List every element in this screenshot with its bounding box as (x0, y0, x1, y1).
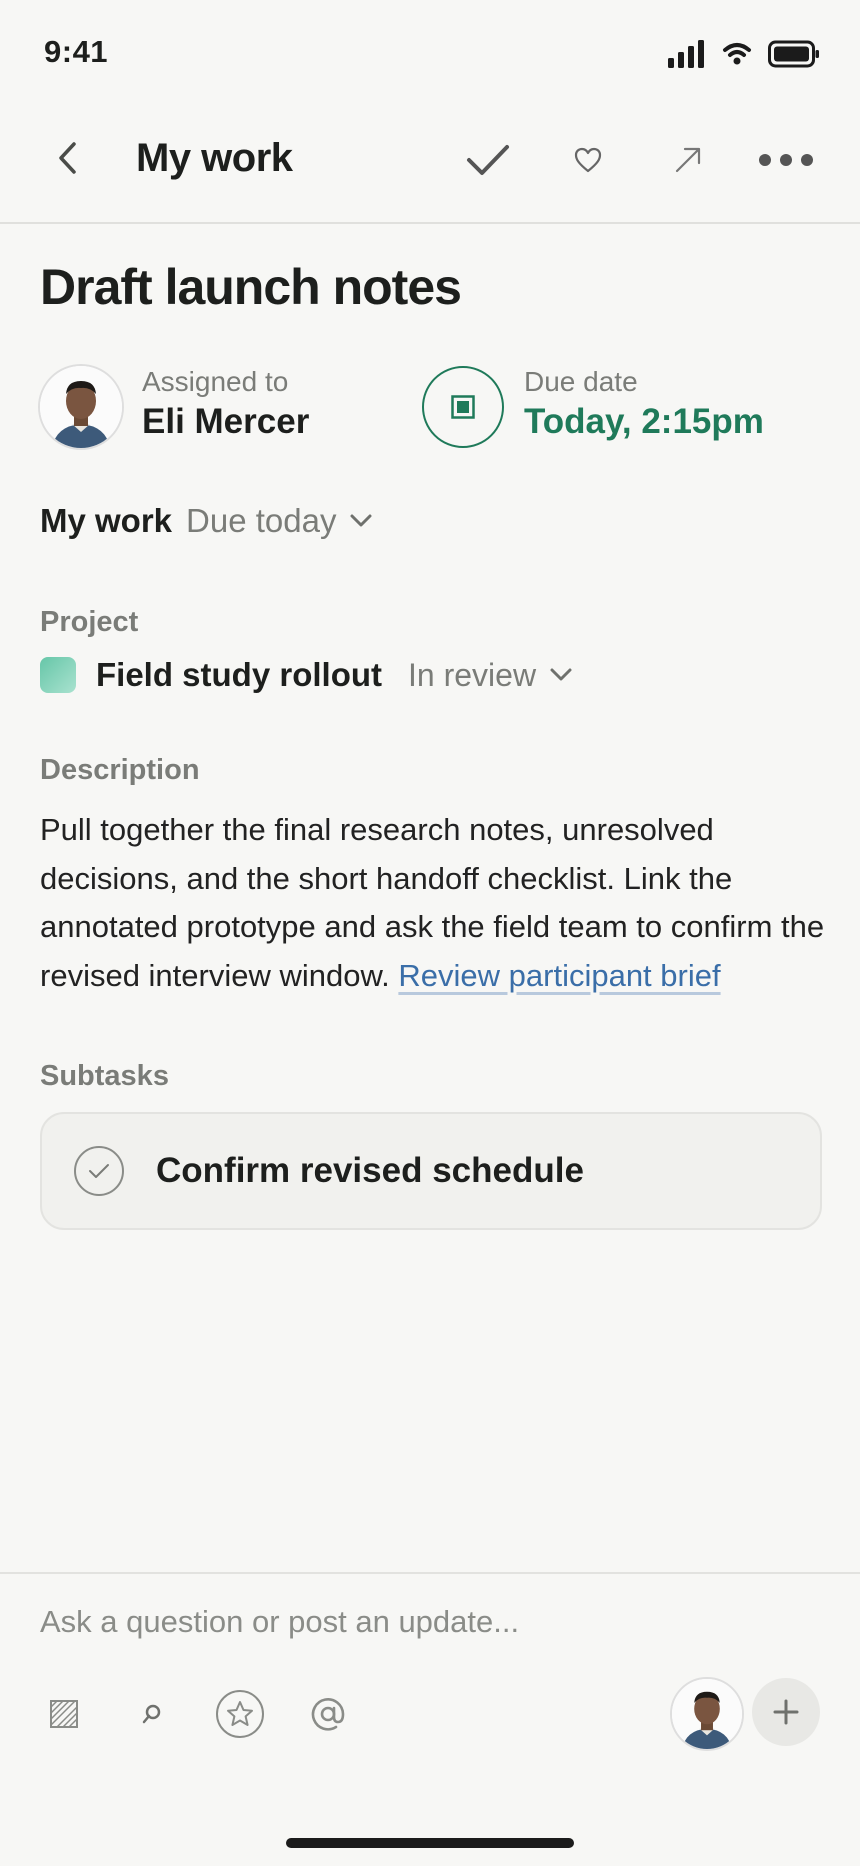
section-selector[interactable]: My work Due today (40, 502, 372, 540)
assignee-name[interactable]: Eli Mercer (142, 402, 309, 442)
wifi-icon (723, 43, 751, 65)
signal-icon (668, 40, 704, 68)
current-user-avatar[interactable] (670, 1677, 744, 1751)
comment-input[interactable] (40, 1604, 800, 1640)
description-body[interactable]: Pull together the final research notes, … (40, 806, 826, 1000)
avatar-person (40, 366, 122, 448)
subtask-item[interactable]: Confirm revised schedule (40, 1112, 822, 1230)
battery-icon (768, 40, 819, 68)
project-color-swatch (40, 657, 76, 693)
star-icon (216, 1690, 264, 1738)
due-date-label: Due date (524, 366, 638, 397)
complete-button[interactable] (462, 134, 514, 186)
heart-icon (574, 147, 602, 173)
assignee-avatar[interactable] (38, 364, 124, 450)
stop-icon (451, 395, 475, 419)
due-date-value[interactable]: Today, 2:15pm (524, 402, 764, 442)
section-filter: Due today (186, 502, 337, 539)
project-status: In review (408, 656, 537, 693)
check-icon (467, 145, 509, 175)
project-name[interactable]: Field study rollout (96, 656, 382, 694)
like-button[interactable] (562, 134, 614, 186)
more-icon (759, 154, 813, 166)
back-button[interactable] (46, 136, 90, 180)
star-button[interactable] (214, 1688, 266, 1740)
description-link[interactable]: Review participant brief (398, 958, 720, 993)
status-icons (668, 40, 820, 68)
plus-icon (773, 1699, 799, 1725)
back-icon (59, 142, 76, 174)
top-app-bar (0, 112, 860, 224)
project-status-selector[interactable]: In review (408, 657, 572, 694)
home-indicator (286, 1838, 574, 1848)
subtask-checkbox[interactable] (74, 1146, 124, 1196)
share-button[interactable] (662, 134, 714, 186)
task-title[interactable]: Draft launch notes (40, 258, 462, 316)
search-button[interactable] (126, 1688, 178, 1740)
chevron-down-icon (550, 668, 572, 681)
share-arrow-icon (675, 147, 701, 173)
status-time: 9:41 (44, 34, 109, 69)
assignee-label: Assigned to (142, 366, 289, 397)
chevron-down-icon (350, 514, 372, 527)
subtask-title: Confirm revised schedule (156, 1151, 584, 1190)
attachment-icon (50, 1700, 78, 1728)
project-row[interactable]: Field study rollout In review (40, 656, 572, 694)
search-icon (142, 1704, 161, 1724)
project-label: Project (40, 606, 139, 638)
section-name: My work (40, 502, 173, 539)
mention-icon (311, 1698, 345, 1731)
mention-button[interactable] (302, 1688, 354, 1740)
check-icon (89, 1164, 109, 1178)
due-date-button[interactable] (422, 366, 504, 448)
avatar-person (672, 1679, 742, 1749)
header-title: My work (136, 136, 293, 180)
more-button[interactable] (758, 134, 814, 186)
add-button[interactable] (752, 1678, 820, 1746)
subtasks-label: Subtasks (40, 1060, 169, 1092)
attach-button[interactable] (38, 1688, 90, 1740)
description-label: Description (40, 754, 200, 786)
